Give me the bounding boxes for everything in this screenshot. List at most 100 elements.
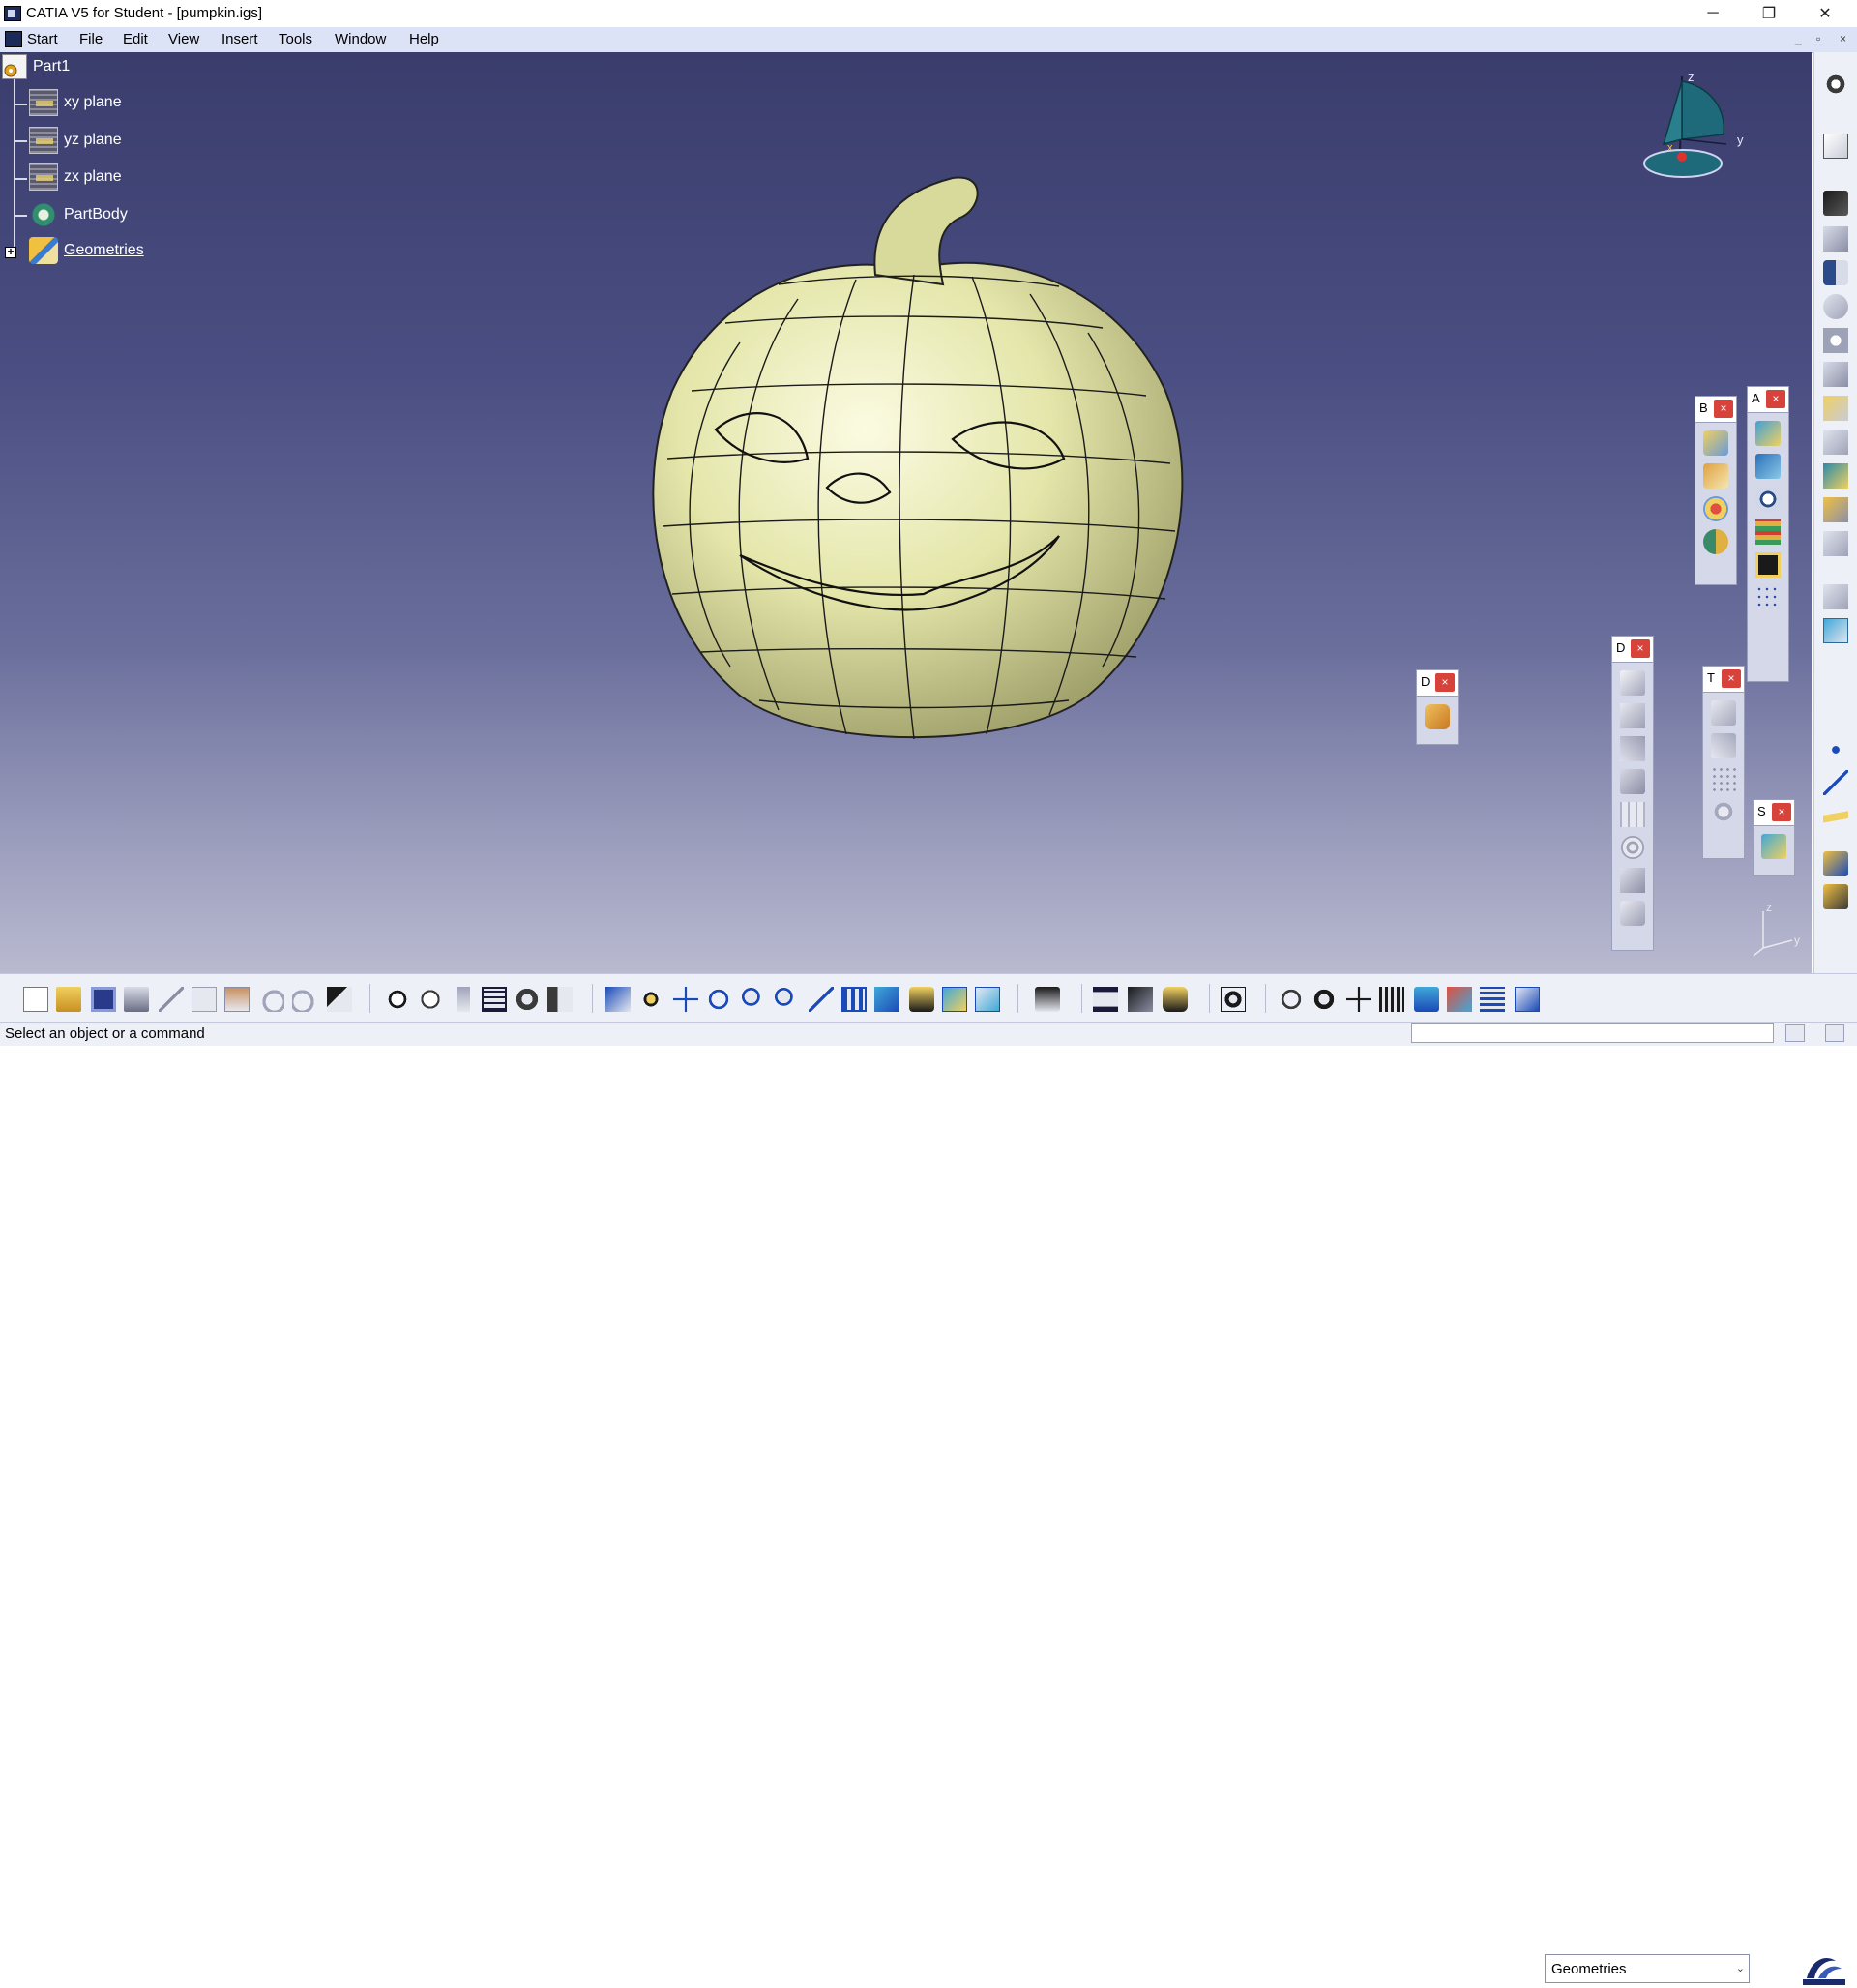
- fit-all-icon[interactable]: [638, 987, 663, 1012]
- compass-widget[interactable]: z y x: [1635, 62, 1760, 207]
- tree-item-xy-plane[interactable]: xy plane: [29, 89, 122, 116]
- save-icon[interactable]: [91, 987, 116, 1012]
- capture-camera-icon[interactable]: [1221, 987, 1246, 1012]
- extract-icon[interactable]: [1703, 529, 1728, 554]
- close-button[interactable]: ✕: [1797, 0, 1853, 27]
- panel-a-close-button[interactable]: ×: [1766, 390, 1785, 408]
- update-icon[interactable]: [1035, 987, 1060, 1012]
- panel-header[interactable]: T ×: [1703, 667, 1744, 693]
- menu-insert[interactable]: Insert: [221, 31, 258, 47]
- zoom-out-icon[interactable]: [774, 987, 799, 1012]
- solid-icon[interactable]: [1620, 868, 1645, 893]
- restore-button[interactable]: ❐: [1741, 0, 1797, 27]
- 3d-viewport[interactable]: Part1 xy plane yz plane zx plane PartBod…: [0, 52, 1812, 973]
- command-input[interactable]: [1411, 1023, 1774, 1043]
- cube-side-icon[interactable]: [1620, 736, 1645, 761]
- tree-sort-icon[interactable]: [1480, 987, 1505, 1012]
- panel-s-close-button[interactable]: ×: [1772, 803, 1791, 821]
- measure-between-icon[interactable]: [1093, 987, 1118, 1012]
- work-object-icon[interactable]: [1414, 987, 1439, 1012]
- line-icon[interactable]: [1823, 770, 1848, 795]
- hand-icon[interactable]: [1425, 704, 1450, 729]
- catia-app-icon[interactable]: [4, 6, 21, 21]
- expand-geometries-icon[interactable]: +: [5, 246, 16, 258]
- box-view-icon[interactable]: [1620, 670, 1645, 696]
- snap-icon[interactable]: [1447, 987, 1472, 1012]
- shell-icon[interactable]: [1823, 497, 1848, 522]
- menu-start[interactable]: Start: [27, 31, 58, 47]
- tree-item-geometries[interactable]: Geometries: [29, 237, 144, 264]
- menu-help[interactable]: Help: [409, 31, 439, 47]
- parameter-icon[interactable]: [457, 987, 470, 1012]
- menu-tools[interactable]: Tools: [279, 31, 312, 47]
- redo-icon[interactable]: [292, 987, 317, 1012]
- draft-icon[interactable]: [1823, 463, 1848, 489]
- pad-icon[interactable]: [1823, 191, 1848, 216]
- zoom-in-icon[interactable]: [741, 987, 766, 1012]
- sketch-plane-icon[interactable]: [1761, 834, 1786, 859]
- dimension-icon[interactable]: [1379, 987, 1404, 1012]
- undo-icon[interactable]: [259, 987, 284, 1012]
- minimize-button[interactable]: ─: [1685, 0, 1741, 27]
- copy-icon[interactable]: [192, 987, 217, 1012]
- sketch-icon[interactable]: [1823, 134, 1848, 159]
- translate-icon[interactable]: [1711, 700, 1736, 726]
- pumpkin-3d-model[interactable]: [634, 168, 1194, 768]
- mdi-close-button[interactable]: ×: [1840, 32, 1846, 45]
- normal-view-icon[interactable]: [809, 987, 834, 1012]
- checker-icon[interactable]: [1755, 552, 1781, 578]
- rotate-icon[interactable]: [1711, 733, 1736, 758]
- panel-b-close-button[interactable]: ×: [1714, 400, 1733, 418]
- menu-file[interactable]: File: [79, 31, 103, 47]
- analysis-icon[interactable]: [1755, 487, 1781, 512]
- cube-icon[interactable]: [1620, 703, 1645, 728]
- assemble-icon[interactable]: [1823, 884, 1848, 909]
- thickness-icon[interactable]: [1823, 531, 1848, 556]
- mdi-minimize-button[interactable]: _: [1795, 32, 1802, 45]
- panel-t-close-button[interactable]: ×: [1722, 669, 1741, 688]
- boolean-icon[interactable]: [1823, 851, 1848, 876]
- new-file-icon[interactable]: [23, 987, 48, 1012]
- curve-icon[interactable]: [1755, 454, 1781, 479]
- shaft-icon[interactable]: [1823, 260, 1848, 285]
- split-icon[interactable]: [1823, 584, 1848, 609]
- menu-view[interactable]: View: [168, 31, 199, 47]
- define-work-object-icon[interactable]: [1515, 987, 1540, 1012]
- panel-header[interactable]: A ×: [1748, 387, 1788, 413]
- pocket-icon[interactable]: [1823, 226, 1848, 252]
- workbench-combo[interactable]: Geometries ⌄: [1545, 1954, 1750, 1983]
- print-icon[interactable]: [124, 987, 149, 1012]
- scale-icon[interactable]: [1711, 799, 1736, 824]
- panel-header[interactable]: D ×: [1612, 637, 1653, 663]
- tree-item-zx-plane[interactable]: zx plane: [29, 163, 122, 191]
- tree-item-part1[interactable]: Part1: [2, 54, 70, 79]
- panel-d2-close-button[interactable]: ×: [1631, 639, 1650, 658]
- pattern-icon[interactable]: [1711, 766, 1736, 791]
- shape-icon[interactable]: [1620, 901, 1645, 926]
- panel-header[interactable]: D ×: [1417, 670, 1458, 697]
- panel-d1-close-button[interactable]: ×: [1435, 673, 1455, 692]
- join-icon[interactable]: [1703, 430, 1728, 456]
- status-help-button[interactable]: [1825, 1024, 1844, 1042]
- shading-icon[interactable]: [909, 987, 934, 1012]
- grid-cube-icon[interactable]: [1620, 802, 1645, 827]
- select-icon[interactable]: [1312, 987, 1337, 1012]
- law-icon[interactable]: [515, 987, 540, 1012]
- axis-system-icon[interactable]: [1346, 987, 1371, 1012]
- panel-header[interactable]: S ×: [1754, 800, 1794, 826]
- chamfer-icon[interactable]: [1823, 430, 1848, 455]
- tree-item-partbody[interactable]: PartBody: [29, 201, 128, 228]
- open-folder-icon[interactable]: [56, 987, 81, 1012]
- iso-view-icon[interactable]: [874, 987, 899, 1012]
- surface-icon[interactable]: [1755, 421, 1781, 446]
- hole-icon[interactable]: [1823, 294, 1848, 319]
- panel-header[interactable]: B ×: [1695, 397, 1736, 423]
- status-toggle-button[interactable]: [1785, 1024, 1805, 1042]
- measure-item-icon[interactable]: [1128, 987, 1153, 1012]
- cut-icon[interactable]: [159, 987, 184, 1012]
- plane-icon[interactable]: [1823, 805, 1848, 830]
- start-icon[interactable]: [5, 31, 22, 47]
- multi-view-icon[interactable]: [841, 987, 867, 1012]
- reaction-icon[interactable]: [547, 987, 573, 1012]
- refresh-icon[interactable]: [1279, 987, 1304, 1012]
